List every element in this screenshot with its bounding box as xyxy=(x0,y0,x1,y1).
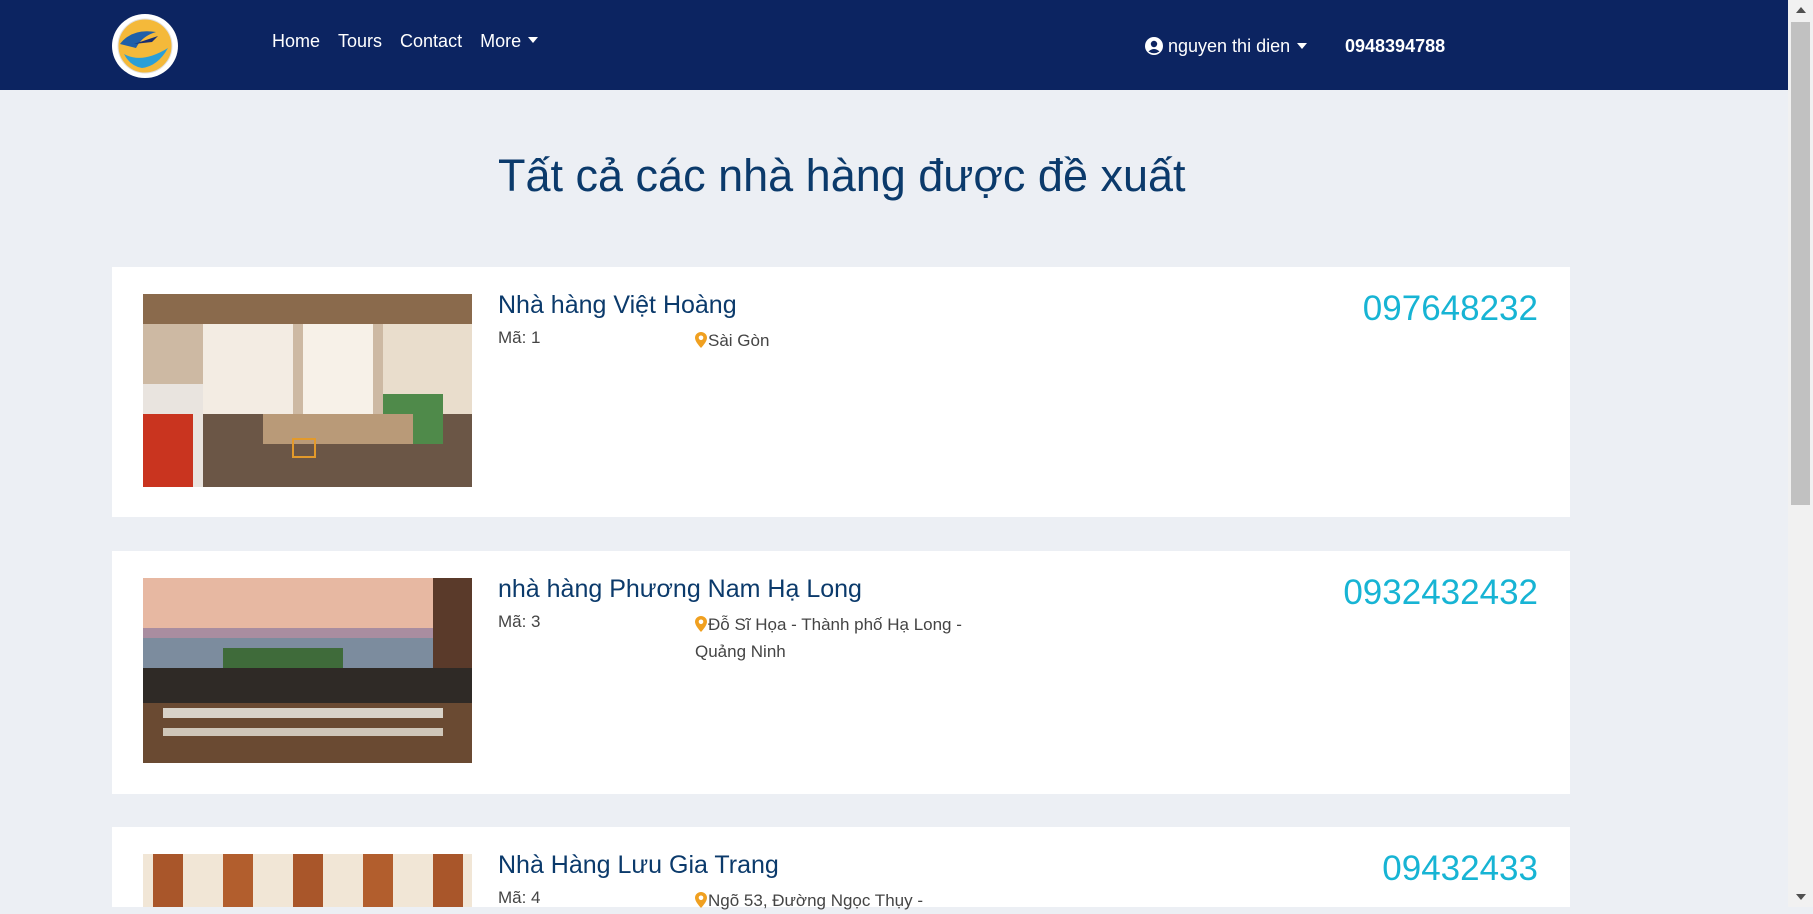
restaurant-location-text: Ngõ 53, Đường Ngọc Thụy - xyxy=(708,891,923,910)
restaurant-code: Mã: 4 xyxy=(498,888,541,907)
user-account-dropdown[interactable]: nguyen thi dien xyxy=(1145,35,1308,57)
logo-globe-icon xyxy=(117,18,173,74)
nav-contact-link[interactable]: Contact xyxy=(400,30,462,52)
restaurant-code: Mã: 1 xyxy=(498,328,541,347)
main-nav: Home Tours Contact More xyxy=(272,30,539,52)
page-title: Tất cả các nhà hàng được đề xuất xyxy=(498,150,1186,201)
restaurant-phone: 0932432432 xyxy=(1343,573,1538,612)
map-pin-icon xyxy=(695,332,707,348)
restaurant-location-text: Sài Gòn xyxy=(708,331,770,350)
restaurant-location: Sài Gòn xyxy=(695,327,965,354)
restaurant-card: Nhà Hàng Lưu Gia Trang Mã: 4 Ngõ 53, Đườ… xyxy=(112,827,1570,910)
scroll-down-arrow-icon[interactable] xyxy=(1796,894,1806,900)
scrollbar-thumb[interactable] xyxy=(1791,22,1810,505)
restaurant-image[interactable] xyxy=(143,854,472,907)
vertical-scrollbar[interactable] xyxy=(1788,0,1813,907)
nav-more-dropdown[interactable]: More xyxy=(480,30,539,52)
restaurant-location-text: Đỗ Sĩ Họa - Thành phố Hạ Long - Quảng Ni… xyxy=(695,615,962,661)
restaurant-card: Nhà hàng Việt Hoàng Mã: 1 Sài Gòn 097648… xyxy=(112,267,1570,517)
map-pin-icon xyxy=(695,892,707,908)
site-logo[interactable] xyxy=(112,14,178,78)
caret-down-icon xyxy=(528,37,539,43)
restaurant-image[interactable] xyxy=(143,578,472,763)
restaurant-location: Đỗ Sĩ Họa - Thành phố Hạ Long - Quảng Ni… xyxy=(695,611,965,665)
map-pin-icon xyxy=(695,616,707,632)
restaurant-name[interactable]: Nhà hàng Việt Hoàng xyxy=(498,289,737,321)
restaurant-code: Mã: 3 xyxy=(498,612,541,631)
user-circle-icon xyxy=(1145,37,1163,55)
restaurant-name[interactable]: nhà hàng Phương Nam Hạ Long xyxy=(498,573,862,605)
restaurant-card: nhà hàng Phương Nam Hạ Long Mã: 3 Đỗ Sĩ … xyxy=(112,551,1570,794)
restaurant-image[interactable] xyxy=(143,294,472,487)
caret-down-icon xyxy=(1297,43,1308,49)
nav-tours-link[interactable]: Tours xyxy=(338,30,382,52)
restaurant-location: Ngõ 53, Đường Ngọc Thụy - xyxy=(695,887,965,914)
restaurant-phone: 09432433 xyxy=(1382,849,1538,888)
scroll-up-arrow-icon[interactable] xyxy=(1796,7,1806,13)
restaurant-name[interactable]: Nhà Hàng Lưu Gia Trang xyxy=(498,849,779,881)
user-name: nguyen thi dien xyxy=(1168,36,1291,56)
nav-home-link[interactable]: Home xyxy=(272,30,320,52)
nav-more-label: More xyxy=(480,31,522,51)
hotline-phone: 0948394788 xyxy=(1345,36,1446,56)
restaurant-phone: 097648232 xyxy=(1362,289,1538,328)
top-navbar: Home Tours Contact More nguyen thi dien … xyxy=(0,0,1788,90)
